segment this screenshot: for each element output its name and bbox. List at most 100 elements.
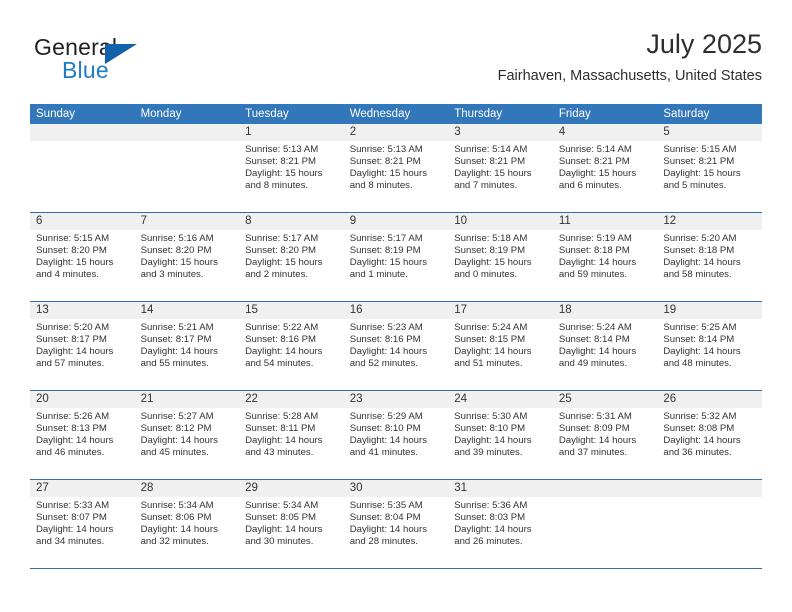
sunrise-time: Sunrise: 5:21 AM [140, 322, 214, 333]
day-number-band: 12345 [30, 124, 762, 141]
day-number-7[interactable]: 7 [135, 213, 240, 230]
daylight-minutes: and 8 minutes. [349, 180, 413, 192]
daylight-minutes: and 48 minutes. [663, 358, 732, 370]
day-number-3[interactable]: 3 [448, 124, 553, 141]
day-detail-10[interactable]: Sunrise: 5:18 AM Sunset: 8:19 PM Daylight:… [448, 230, 553, 301]
day-details-band: Sunrise: 5:26 AM Sunset: 8:13 PM Daylight:… [30, 408, 762, 479]
day-detail-8[interactable]: Sunrise: 5:17 AM Sunset: 8:20 PM Daylight:… [239, 230, 344, 301]
sunset-time: Sunset: 8:20 PM [245, 245, 317, 257]
day-number-24[interactable]: 24 [448, 391, 553, 408]
sunrise-time: Sunrise: 5:17 AM [245, 233, 319, 244]
daylight-minutes: and 55 minutes. [140, 358, 209, 370]
day-number-4[interactable]: 4 [553, 124, 658, 141]
sunrise-time: Sunrise: 5:34 AM [140, 500, 214, 511]
day-detail-15[interactable]: Sunrise: 5:22 AM Sunset: 8:16 PM Daylight:… [239, 319, 344, 390]
day-number-2[interactable]: 2 [344, 124, 449, 141]
day-detail-22[interactable]: Sunrise: 5:28 AM Sunset: 8:11 PM Daylight:… [239, 408, 344, 479]
sunrise-time: Sunrise: 5:27 AM [140, 411, 214, 422]
sunrise-time: Sunrise: 5:17 AM [349, 233, 423, 244]
day-detail-24[interactable]: Sunrise: 5:30 AM Sunset: 8:10 PM Daylight:… [448, 408, 553, 479]
day-number-8[interactable]: 8 [239, 213, 344, 230]
day-detail-25[interactable]: Sunrise: 5:31 AM Sunset: 8:09 PM Daylight:… [553, 408, 658, 479]
day-detail-26[interactable]: Sunrise: 5:32 AM Sunset: 8:08 PM Daylight:… [657, 408, 762, 479]
sunrise-time: Sunrise: 5:32 AM [663, 411, 737, 422]
sunset-time: Sunset: 8:17 PM [36, 334, 107, 346]
day-number-1[interactable]: 1 [239, 124, 344, 141]
day-detail-27[interactable]: Sunrise: 5:33 AM Sunset: 8:07 PM Daylight:… [30, 497, 135, 568]
day-number-16[interactable]: 16 [344, 302, 449, 319]
day-number-9[interactable]: 9 [344, 213, 449, 230]
day-detail-5[interactable]: Sunrise: 5:15 AM Sunset: 8:21 PM Daylight:… [657, 141, 762, 212]
daylight-minutes: and 7 minutes. [454, 180, 518, 192]
day-number-19[interactable]: 19 [657, 302, 762, 319]
day-number-27[interactable]: 27 [30, 480, 135, 497]
daylight-hours: Daylight: 15 hours [663, 168, 741, 180]
day-number-30[interactable]: 30 [344, 480, 449, 497]
sunset-time: Sunset: 8:19 PM [349, 245, 421, 257]
day-number-18[interactable]: 18 [553, 302, 658, 319]
day-number-28[interactable]: 28 [135, 480, 240, 497]
sunset-time: Sunset: 8:04 PM [349, 512, 421, 524]
sunset-time: Sunset: 8:08 PM [663, 423, 735, 435]
day-detail-4[interactable]: Sunrise: 5:14 AM Sunset: 8:21 PM Daylight:… [553, 141, 658, 212]
daylight-hours: Daylight: 14 hours [349, 346, 428, 358]
day-detail-31[interactable]: Sunrise: 5:36 AM Sunset: 8:03 PM Daylight:… [448, 497, 553, 568]
day-number-31[interactable]: 31 [448, 480, 553, 497]
day-number-29[interactable]: 29 [239, 480, 344, 497]
weekday-header-row: Sunday Monday Tuesday Wednesday Thursday Frid… [30, 104, 762, 124]
sunrise-time: Sunrise: 5:24 AM [558, 322, 632, 333]
day-number-10[interactable]: 10 [448, 213, 553, 230]
day-number-26[interactable]: 26 [657, 391, 762, 408]
day-number-20[interactable]: 20 [30, 391, 135, 408]
daylight-hours: Daylight: 15 hours [245, 257, 323, 269]
daylight-minutes: and 5 minutes. [663, 180, 727, 192]
day-number-21[interactable]: 21 [135, 391, 240, 408]
day-detail-18[interactable]: Sunrise: 5:24 AM Sunset: 8:14 PM Daylight:… [553, 319, 658, 390]
day-detail-23[interactable]: Sunrise: 5:29 AM Sunset: 8:10 PM Daylight:… [344, 408, 449, 479]
day-details-band: Sunrise: 5:15 AM Sunset: 8:20 PM Daylight:… [30, 230, 762, 301]
day-detail-2[interactable]: Sunrise: 5:13 AM Sunset: 8:21 PM Daylight:… [344, 141, 449, 212]
day-detail-16[interactable]: Sunrise: 5:23 AM Sunset: 8:16 PM Daylight:… [344, 319, 449, 390]
day-detail-empty [30, 141, 135, 212]
day-detail-30[interactable]: Sunrise: 5:35 AM Sunset: 8:04 PM Daylight:… [344, 497, 449, 568]
day-number-13[interactable]: 13 [30, 302, 135, 319]
sunset-time: Sunset: 8:06 PM [140, 512, 212, 524]
day-number-23[interactable]: 23 [344, 391, 449, 408]
sunrise-time: Sunrise: 5:16 AM [140, 233, 214, 244]
day-number-6[interactable]: 6 [30, 213, 135, 230]
daylight-hours: Daylight: 14 hours [454, 435, 532, 447]
day-detail-28[interactable]: Sunrise: 5:34 AM Sunset: 8:06 PM Daylight:… [135, 497, 240, 568]
day-detail-6[interactable]: Sunrise: 5:15 AM Sunset: 8:20 PM Daylight:… [30, 230, 135, 301]
sunset-time: Sunset: 8:10 PM [349, 423, 421, 435]
day-detail-20[interactable]: Sunrise: 5:26 AM Sunset: 8:13 PM Daylight:… [30, 408, 135, 479]
day-number-22[interactable]: 22 [239, 391, 344, 408]
sunset-time: Sunset: 8:16 PM [245, 334, 317, 346]
day-number-17[interactable]: 17 [448, 302, 553, 319]
daylight-minutes: and 45 minutes. [140, 447, 209, 459]
day-number-25[interactable]: 25 [553, 391, 658, 408]
daylight-minutes: and 39 minutes. [454, 447, 523, 459]
day-detail-9[interactable]: Sunrise: 5:17 AM Sunset: 8:19 PM Daylight:… [344, 230, 449, 301]
weekday-header-saturday: Saturday [663, 108, 710, 120]
day-number-11[interactable]: 11 [553, 213, 658, 230]
day-detail-7[interactable]: Sunrise: 5:16 AM Sunset: 8:20 PM Daylight:… [135, 230, 240, 301]
day-number-band: 27 28 29 30 31 [30, 480, 762, 497]
day-detail-3[interactable]: Sunrise: 5:14 AM Sunset: 8:21 PM Daylight:… [448, 141, 553, 212]
day-detail-29[interactable]: Sunrise: 5:34 AM Sunset: 8:05 PM Daylight:… [239, 497, 344, 568]
page-title: July 2025 [646, 29, 762, 59]
day-detail-21[interactable]: Sunrise: 5:27 AM Sunset: 8:12 PM Daylight:… [135, 408, 240, 479]
day-detail-12[interactable]: Sunrise: 5:20 AM Sunset: 8:18 PM Daylight:… [657, 230, 762, 301]
daylight-minutes: and 43 minutes. [245, 447, 314, 459]
day-detail-14[interactable]: Sunrise: 5:21 AM Sunset: 8:17 PM Daylight:… [135, 319, 240, 390]
day-detail-17[interactable]: Sunrise: 5:24 AM Sunset: 8:15 PM Daylight:… [448, 319, 553, 390]
daylight-hours: Daylight: 14 hours [349, 435, 428, 447]
day-number-12[interactable]: 12 [657, 213, 762, 230]
day-detail-19[interactable]: Sunrise: 5:25 AM Sunset: 8:14 PM Daylight:… [657, 319, 762, 390]
day-detail-11[interactable]: Sunrise: 5:19 AM Sunset: 8:18 PM Daylight:… [553, 230, 658, 301]
day-number-15[interactable]: 15 [239, 302, 344, 319]
day-detail-1[interactable]: Sunrise: 5:13 AM Sunset: 8:21 PM Daylight:… [239, 141, 344, 212]
day-detail-13[interactable]: Sunrise: 5:20 AM Sunset: 8:17 PM Daylight:… [30, 319, 135, 390]
day-number-5[interactable]: 5 [657, 124, 762, 141]
day-number-14[interactable]: 14 [135, 302, 240, 319]
daylight-hours: Daylight: 15 hours [454, 257, 532, 269]
